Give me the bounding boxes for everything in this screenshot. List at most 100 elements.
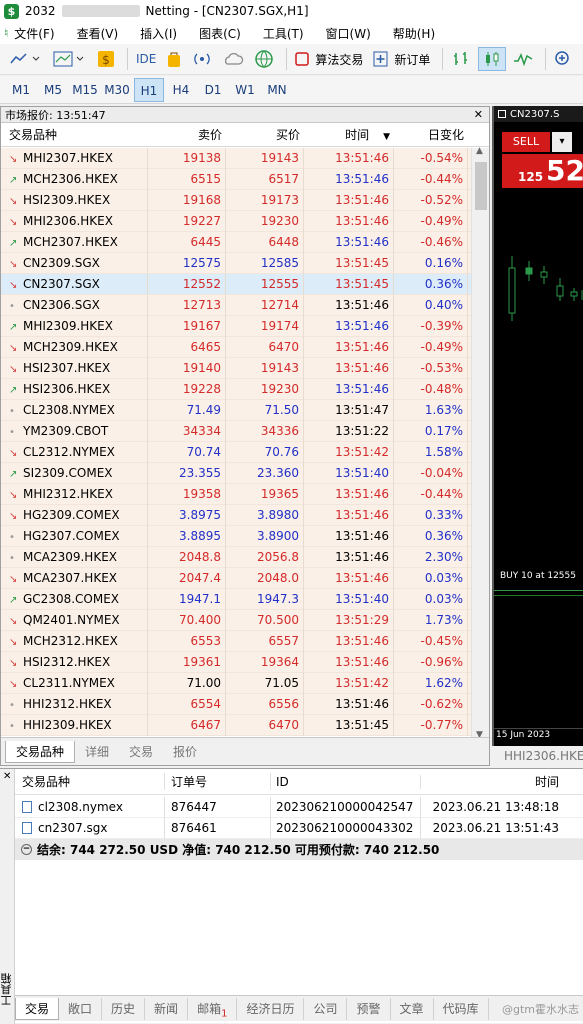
indicator-chart-icon bbox=[53, 51, 84, 67]
collapse-icon[interactable]: − bbox=[21, 844, 32, 855]
market-watch-row[interactable]: ↘ CL2312.NYMEX 70.74 70.76 13:51:42 1.58% bbox=[1, 441, 471, 463]
menu-view[interactable]: 查看(V) bbox=[77, 25, 119, 42]
tab-alerts[interactable]: 预警 bbox=[347, 997, 391, 1020]
tab-codebase[interactable]: 代码库 bbox=[434, 997, 489, 1020]
tab-ticks[interactable]: 报价 bbox=[163, 741, 207, 763]
market-watch-row[interactable]: ↗ MCH2307.HKEX 6445 6448 13:51:46 -0.46% bbox=[1, 231, 471, 253]
menu-tools[interactable]: 工具(T) bbox=[263, 25, 304, 42]
market-watch-row[interactable]: • MCA2309.HKEX 2048.8 2056.8 13:51:46 2.30% bbox=[1, 546, 471, 568]
column-ask[interactable]: 买价 bbox=[226, 126, 304, 143]
market-watch-row[interactable]: • YM2309.CBOT 34334 34336 13:51:22 0.17% bbox=[1, 420, 471, 442]
bar-chart-button[interactable] bbox=[448, 47, 474, 71]
tab-company[interactable]: 公司 bbox=[304, 997, 348, 1020]
timeframe-m15[interactable]: M15 bbox=[70, 78, 100, 102]
tab-trading[interactable]: 交易 bbox=[119, 741, 163, 763]
zoom-in-button[interactable] bbox=[551, 47, 575, 71]
market-watch-row[interactable]: • HHI2312.HKEX 6554 6556 13:51:46 -0.62% bbox=[1, 693, 471, 715]
close-icon[interactable]: ✕ bbox=[3, 771, 11, 782]
document-icon[interactable]: ♮ bbox=[4, 26, 8, 40]
line-chart-button[interactable] bbox=[510, 47, 536, 71]
market-watch-row[interactable]: ↗ GC2308.COMEX 1947.1 1947.3 13:51:40 0.03% bbox=[1, 588, 471, 610]
row-time: 13:51:46 bbox=[304, 148, 394, 169]
market-watch-scrollbar[interactable]: ▲ ▼ bbox=[471, 146, 489, 740]
close-icon[interactable]: ✕ bbox=[474, 108, 483, 121]
market-watch-row[interactable]: ↘ MHI2307.HKEX 19138 19143 13:51:46 -0.54% bbox=[1, 148, 471, 169]
tab-trade[interactable]: 交易 bbox=[15, 997, 60, 1020]
column-symbol[interactable]: 交易品种 bbox=[15, 773, 165, 790]
row-symbol: ↘ MHI2312.HKEX bbox=[1, 483, 148, 505]
chart-tab[interactable]: HHI2306.HKEX bbox=[492, 746, 583, 766]
indicators-button[interactable] bbox=[50, 47, 90, 71]
chart-window[interactable]: CN2307.S SELL ▾ 125 52 BUY 10 at 12555 1… bbox=[492, 106, 583, 746]
algo-trading-button[interactable]: 算法交易 bbox=[292, 47, 366, 71]
market-watch-row[interactable]: ↘ MCA2307.HKEX 2047.4 2048.0 13:51:46 0.03% bbox=[1, 567, 471, 589]
market-watch-row[interactable]: ↘ HSI2312.HKEX 19361 19364 13:51:46 -0.96% bbox=[1, 651, 471, 673]
row-symbol-text: HG2309.COMEX bbox=[23, 507, 120, 522]
market-watch-row[interactable]: ↗ HSI2306.HKEX 19228 19230 13:51:46 -0.48% bbox=[1, 378, 471, 400]
menu-help[interactable]: 帮助(H) bbox=[393, 25, 435, 42]
market-watch-row[interactable]: ↘ QM2401.NYMEX 70.400 70.500 13:51:29 1.73% bbox=[1, 609, 471, 631]
strategy-tester-button[interactable] bbox=[163, 47, 185, 71]
market-watch-row[interactable]: ↘ MCH2312.HKEX 6553 6557 13:51:46 -0.45% bbox=[1, 630, 471, 652]
menu-insert[interactable]: 插入(I) bbox=[140, 25, 177, 42]
cloud-icon bbox=[225, 52, 244, 65]
market-button[interactable] bbox=[251, 47, 277, 71]
tab-news[interactable]: 新闻 bbox=[145, 997, 189, 1020]
column-symbol[interactable]: 交易品种 bbox=[1, 126, 148, 143]
market-watch-row[interactable]: ↘ CL2311.NYMEX 71.00 71.05 13:51:42 1.62% bbox=[1, 672, 471, 694]
candlestick-button[interactable] bbox=[478, 47, 507, 71]
menu-file[interactable]: 文件(F) bbox=[14, 25, 54, 42]
tab-calendar[interactable]: 经济日历 bbox=[237, 997, 305, 1020]
timeframe-m1[interactable]: M1 bbox=[6, 78, 36, 102]
timeframe-d1[interactable]: D1 bbox=[198, 78, 228, 102]
timeframe-h1[interactable]: H1 bbox=[134, 77, 164, 102]
signals-button[interactable] bbox=[189, 47, 215, 71]
column-id[interactable]: ID bbox=[271, 774, 421, 789]
position-row[interactable]: cl2308.nymex 876447 202306210000042547 2… bbox=[15, 796, 583, 818]
buy-order-line[interactable] bbox=[494, 590, 583, 591]
vps-button[interactable] bbox=[219, 47, 247, 71]
chart-type-button[interactable] bbox=[6, 47, 46, 71]
column-change[interactable]: 日变化 bbox=[394, 126, 468, 143]
row-change: -0.04% bbox=[394, 462, 468, 484]
scroll-thumb[interactable] bbox=[475, 162, 487, 210]
market-watch-row[interactable]: ↘ MHI2312.HKEX 19358 19365 13:51:46 -0.44% bbox=[1, 483, 471, 505]
timeframe-h4[interactable]: H4 bbox=[166, 78, 196, 102]
timeframe-m5[interactable]: M5 bbox=[38, 78, 68, 102]
market-watch-row[interactable]: ↘ MCH2309.HKEX 6465 6470 13:51:46 -0.49% bbox=[1, 336, 471, 358]
market-watch-row[interactable]: ↘ HSI2309.HKEX 19168 19173 13:51:46 -0.52% bbox=[1, 189, 471, 211]
column-bid[interactable]: 卖价 bbox=[148, 126, 226, 143]
tab-articles[interactable]: 文章 bbox=[391, 997, 434, 1020]
signal-icon bbox=[194, 53, 211, 65]
account-button[interactable]: $ bbox=[94, 47, 118, 71]
market-watch-row[interactable]: ↗ MCH2306.HKEX 6515 6517 13:51:46 -0.44% bbox=[1, 168, 471, 190]
new-order-button[interactable]: 新订单 bbox=[370, 47, 433, 71]
market-watch-row[interactable]: • CN2306.SGX 12713 12714 13:51:46 0.40% bbox=[1, 294, 471, 316]
timeframe-w1[interactable]: W1 bbox=[230, 78, 260, 102]
column-time[interactable]: 时间 ▼ bbox=[304, 126, 394, 143]
market-watch-row[interactable]: • CL2308.NYMEX 71.49 71.50 13:51:47 1.63% bbox=[1, 399, 471, 421]
market-watch-row[interactable]: ↘ CN2307.SGX 12552 12555 13:51:45 0.36% bbox=[1, 273, 471, 295]
tab-symbols[interactable]: 交易品种 bbox=[5, 740, 76, 763]
market-watch-row[interactable]: ↘ HSI2307.HKEX 19140 19143 13:51:46 -0.53% bbox=[1, 357, 471, 379]
timeframe-m30[interactable]: M30 bbox=[102, 78, 132, 102]
market-watch-row[interactable]: • HG2307.COMEX 3.8895 3.8900 13:51:46 0.36% bbox=[1, 525, 471, 547]
market-watch-row[interactable]: ↘ CN2309.SGX 12575 12585 13:51:45 0.16% bbox=[1, 252, 471, 274]
column-order[interactable]: 订单号 bbox=[165, 773, 271, 790]
market-watch-row[interactable]: ↘ HG2309.COMEX 3.8975 3.8980 13:51:46 0.33% bbox=[1, 504, 471, 526]
scroll-up-icon[interactable]: ▲ bbox=[476, 146, 483, 156]
tab-history[interactable]: 历史 bbox=[102, 997, 146, 1020]
menu-chart[interactable]: 图表(C) bbox=[199, 25, 241, 42]
ide-button[interactable]: IDE bbox=[133, 47, 159, 71]
market-watch-row[interactable]: • HHI2309.HKEX 6467 6470 13:51:45 -0.77% bbox=[1, 714, 471, 736]
tab-exposure[interactable]: 敞口 bbox=[59, 997, 103, 1020]
market-watch-row[interactable]: ↗ MHI2309.HKEX 19167 19174 13:51:46 -0.39% bbox=[1, 315, 471, 337]
tab-details[interactable]: 详细 bbox=[75, 741, 119, 763]
tab-mailbox[interactable]: 邮箱1 bbox=[188, 997, 238, 1020]
menu-window[interactable]: 窗口(W) bbox=[326, 25, 371, 42]
market-watch-row[interactable]: ↗ SI2309.COMEX 23.355 23.360 13:51:40 -0.04% bbox=[1, 462, 471, 484]
market-watch-row[interactable]: ↘ MHI2306.HKEX 19227 19230 13:51:46 -0.49% bbox=[1, 210, 471, 232]
column-time[interactable]: 时间 bbox=[421, 773, 563, 790]
timeframe-mn[interactable]: MN bbox=[262, 78, 292, 102]
position-row[interactable]: cn2307.sgx 876461 202306210000043302 202… bbox=[15, 817, 583, 839]
